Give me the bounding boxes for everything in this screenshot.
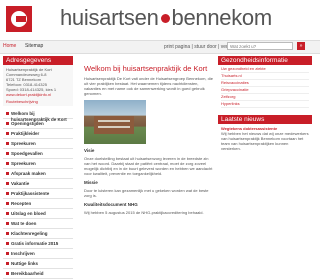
- nav-item[interactable]: Bereikbaarheid: [3, 269, 73, 279]
- route-link[interactable]: Routebeschrijving: [6, 99, 70, 104]
- nav-item[interactable]: Gratis informatie 2015: [3, 239, 73, 249]
- nav-item[interactable]: Spreekuren: [3, 139, 73, 149]
- nav-item[interactable]: Uitslag en bloed: [3, 209, 73, 219]
- section-text: Onze doelstelling bestaat uit huisartsen…: [84, 156, 213, 176]
- news-section: Laatste nieuws Wegtekens doktersassisten…: [218, 115, 312, 153]
- nav-item[interactable]: Afspraak maken: [3, 169, 73, 179]
- nav-item[interactable]: Welkom bij huisartsenpraktijk de Kort: [3, 109, 73, 122]
- nav-item[interactable]: Praktijkassistente: [3, 189, 73, 199]
- top-bar: Home Sitemap print pagina | stuur door |…: [0, 40, 320, 54]
- news-body: Wegtekens doktersassistente Wij hebben h…: [218, 124, 312, 153]
- search-input[interactable]: Wat zoekt u?: [227, 42, 293, 50]
- address-block: Huisartsenpraktijk de Kort Commandeurswe…: [3, 65, 73, 106]
- search-button[interactable]: »: [297, 42, 305, 50]
- sidebar-nav: Welkom bij huisartsenpraktijk de Kort Op…: [3, 109, 73, 279]
- nav-item[interactable]: Wat te doen: [3, 219, 73, 229]
- intro-text: Huisartsenpraktijk De Kort valt onder de…: [84, 76, 213, 96]
- health-info-title: Gezondheidsinformatie: [218, 56, 312, 65]
- health-links: Uw gezondheid en ziekte Thuisarts.nl Rei…: [218, 65, 312, 109]
- building-photo: [84, 100, 146, 144]
- health-link[interactable]: Griepvaccinatie: [221, 87, 309, 94]
- home-link[interactable]: Home: [3, 43, 16, 49]
- main-content: Welkom bij huisartsenpraktijk de Kort Hu…: [84, 64, 214, 215]
- health-link[interactable]: Zelfzorg: [221, 94, 309, 101]
- section-heading: Missie: [84, 180, 98, 185]
- brand-right: bennekom: [171, 5, 273, 30]
- health-link[interactable]: Uw gezondheid en ziekte: [221, 66, 309, 73]
- nav-item[interactable]: Recepten: [3, 199, 73, 209]
- nav-item[interactable]: Inschrijven: [3, 249, 73, 259]
- page-title: Welkom bij huisartsenpraktijk de Kort: [84, 64, 208, 73]
- news-title: Laatste nieuws: [218, 115, 312, 124]
- nav-item[interactable]: Vakantie: [3, 179, 73, 189]
- right-column: Gezondheidsinformatie Uw gezondheid en z…: [218, 56, 312, 153]
- website-link[interactable]: www.dekort.praktijkinfo.nl: [6, 92, 70, 97]
- health-link[interactable]: Hyperlinks: [221, 101, 309, 108]
- nav-item[interactable]: Klachtenregeling: [3, 229, 73, 239]
- sitemap-link[interactable]: Sitemap: [25, 43, 43, 49]
- address-title: Adresgegevens: [3, 56, 73, 65]
- left-column: Adresgegevens Huisartsenpraktijk de Kort…: [3, 56, 73, 279]
- brand-title: huisartsen bennekom: [60, 5, 272, 31]
- section-heading: Visie: [84, 148, 95, 153]
- logo[interactable]: [6, 6, 32, 32]
- section-text: Door te luisteren kan gezamenlijk met u …: [84, 188, 209, 198]
- health-link[interactable]: Reisvaccinaties: [221, 80, 309, 87]
- section-text: Wij hebben 5 augustus 2015 de NHG-prakti…: [84, 210, 204, 215]
- brand-left: huisartsen: [60, 5, 159, 30]
- news-text: Wij hebben het nieuws dat wij onze medew…: [221, 131, 309, 151]
- section-heading: Kwaliteitsdocument NHG: [84, 202, 138, 207]
- nav-item[interactable]: Spreekuren: [3, 159, 73, 169]
- nav-item[interactable]: Spoedgevallen: [3, 149, 73, 159]
- health-link[interactable]: Thuisarts.nl: [221, 73, 309, 80]
- brand-dot-icon: [160, 13, 170, 23]
- nav-item[interactable]: Openingstijden: [3, 119, 73, 129]
- nav-item[interactable]: Nuttige links: [3, 259, 73, 269]
- nav-item[interactable]: Praktijkleider: [3, 129, 73, 139]
